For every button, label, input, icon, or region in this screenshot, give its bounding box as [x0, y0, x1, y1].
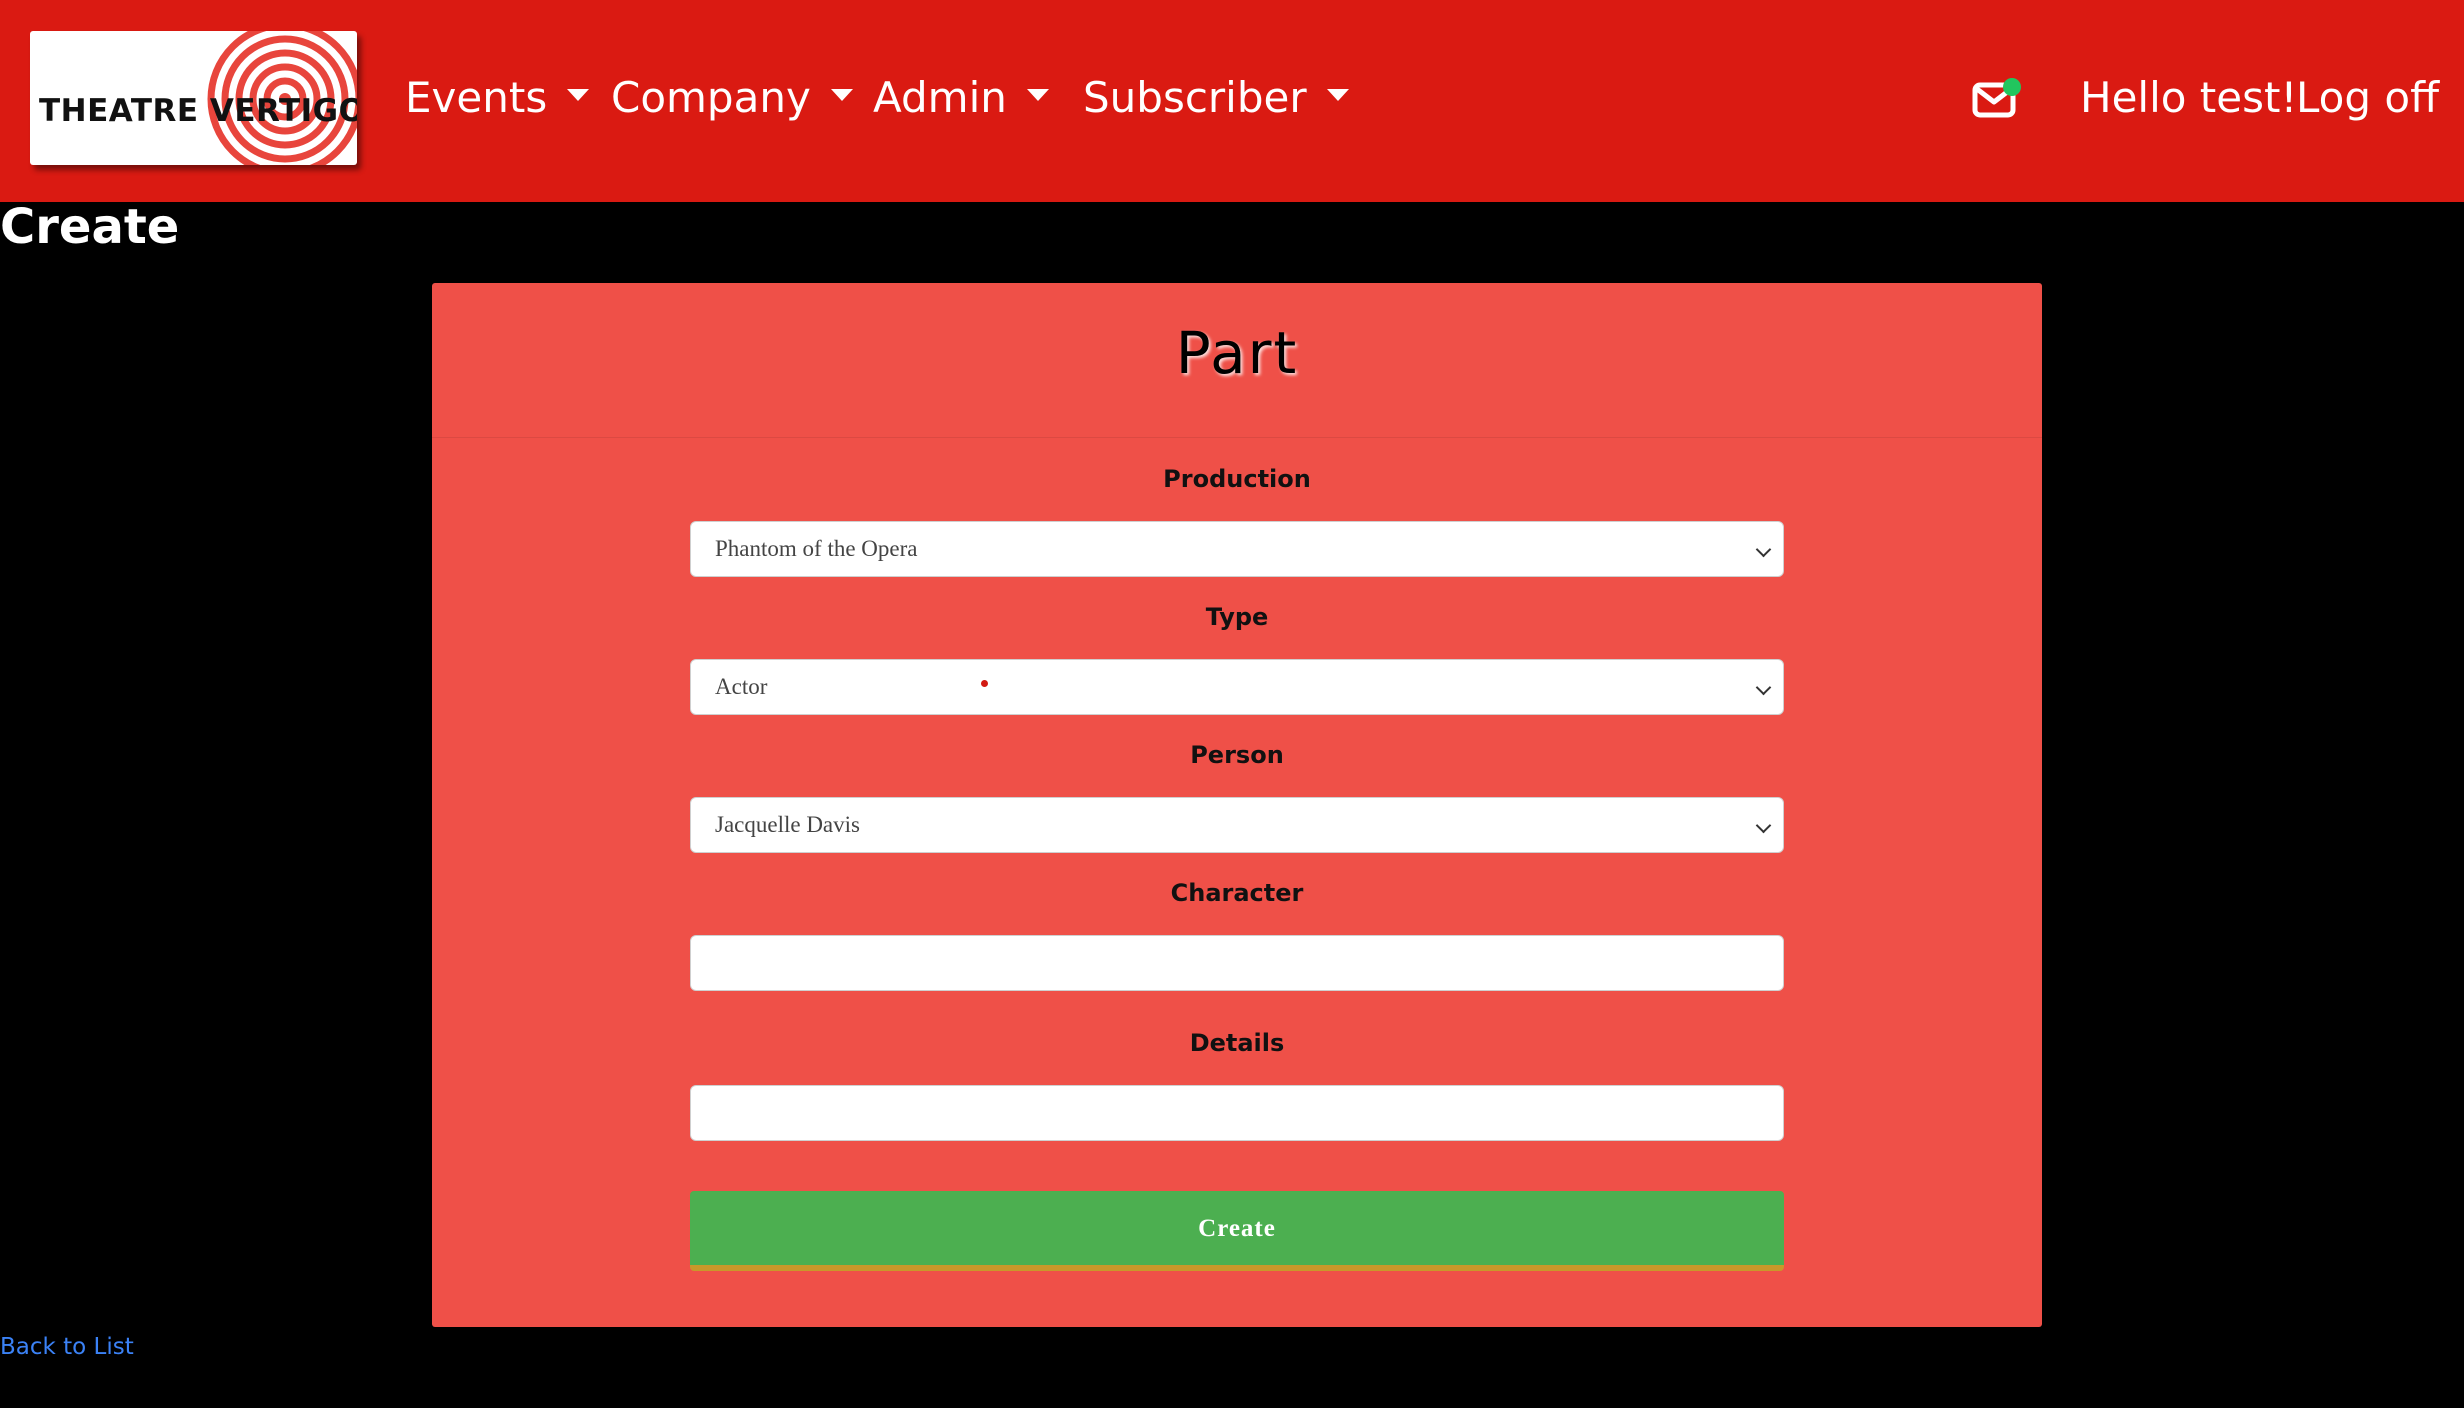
navbar: THEATRE VERTIGO Events Company Admin Sub… — [0, 0, 2464, 202]
caret-down-icon — [1326, 88, 1349, 101]
nav-admin-label: Admin — [873, 73, 1007, 122]
brand-text: THEATRE VERTIGO — [39, 93, 357, 129]
details-input[interactable] — [690, 1085, 1784, 1141]
production-select[interactable]: Phantom of the Opera — [690, 521, 1784, 577]
chevron-down-icon — [1755, 679, 1772, 696]
character-label: Character — [1170, 879, 1304, 907]
caret-down-icon — [830, 88, 853, 101]
user-greeting: Hello test! — [2080, 73, 2298, 122]
nav-subscriber[interactable]: Subscriber — [1083, 68, 1349, 128]
nav-company-label: Company — [611, 73, 811, 122]
type-select[interactable]: Actor — [690, 659, 1784, 715]
type-label: Type — [1205, 603, 1269, 631]
details-label: Details — [1189, 1029, 1285, 1057]
chevron-down-icon — [1755, 541, 1772, 558]
notification-badge — [2003, 78, 2021, 96]
cursor-dot — [981, 680, 988, 687]
brand-logo[interactable]: THEATRE VERTIGO — [30, 31, 357, 165]
nav-events-label: Events — [405, 73, 548, 122]
create-button[interactable]: Create — [690, 1191, 1784, 1271]
logoff-link[interactable]: Log off — [2296, 68, 2439, 128]
production-label: Production — [1163, 465, 1311, 493]
caret-down-icon — [567, 88, 590, 101]
person-select-value: Jacquelle Davis — [715, 812, 860, 837]
part-form-card: Part Production Phantom of the Opera Typ… — [432, 283, 2042, 1327]
production-select-value: Phantom of the Opera — [715, 536, 918, 561]
back-to-list-link[interactable]: Back to List — [0, 1332, 134, 1362]
nav-admin[interactable]: Admin — [873, 68, 1049, 128]
nav-events[interactable]: Events — [405, 68, 590, 128]
character-input[interactable] — [690, 935, 1784, 991]
person-select[interactable]: Jacquelle Davis — [690, 797, 1784, 853]
chevron-down-icon — [1755, 817, 1772, 834]
nav-company[interactable]: Company — [611, 68, 853, 128]
caret-down-icon — [1026, 88, 1049, 101]
page-title: Create — [0, 199, 180, 255]
form-title: Part — [432, 283, 2042, 438]
person-label: Person — [1190, 741, 1284, 769]
type-select-value: Actor — [715, 674, 768, 699]
nav-subscriber-label: Subscriber — [1083, 73, 1307, 122]
